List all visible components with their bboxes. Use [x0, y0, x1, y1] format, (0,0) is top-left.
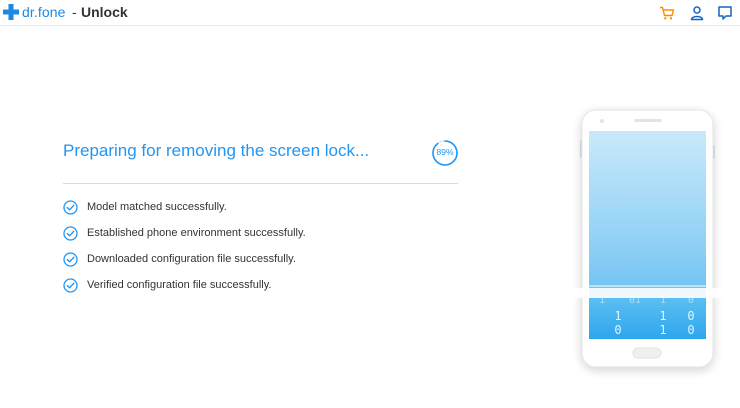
check-circle-icon — [63, 278, 78, 293]
binary-digit: 1 — [659, 309, 666, 323]
step-label: Downloaded configuration file successful… — [87, 253, 296, 265]
step-label: Established phone environment successful… — [87, 227, 306, 239]
check-circle-icon — [63, 226, 78, 241]
step-list: Model matched successfully. Established … — [63, 199, 463, 303]
cart-icon[interactable] — [659, 5, 675, 21]
step-label: Verified configuration file successfully… — [87, 279, 272, 291]
drfone-logo-icon — [3, 4, 19, 20]
title-bar: dr.fone - Unlock — [0, 0, 740, 26]
binary-digit: 0 — [688, 295, 694, 306]
feedback-icon[interactable] — [717, 5, 733, 21]
brand-name: dr.fone — [22, 4, 66, 20]
progress-percentage: 89% — [436, 147, 454, 157]
binary-digit: 0 — [614, 323, 621, 337]
binary-digit: 0 — [687, 309, 694, 323]
app-window: dr.fone - Unlock Preparing for removing … — [0, 0, 740, 408]
binary-digit: 1 — [599, 295, 605, 306]
binary-digit: 1 — [660, 295, 666, 306]
binary-digit: 1 — [614, 309, 621, 323]
title-separator: - — [72, 4, 77, 20]
step-item: Model matched successfully. — [63, 199, 463, 225]
binary-digit: 1 — [659, 323, 666, 337]
binary-digit: 0 — [687, 323, 694, 337]
phone-image: 1 0 1 1 0 1 1 0 0 1 0 — [560, 109, 740, 368]
binary-digit: 1 — [635, 295, 641, 306]
check-circle-icon — [63, 252, 78, 267]
step-label: Model matched successfully. — [87, 201, 227, 213]
phone-illustration: 1 0 1 1 0 1 1 0 0 1 0 — [560, 100, 740, 390]
step-item: Downloaded configuration file successful… — [63, 251, 463, 277]
divider — [63, 183, 458, 184]
check-circle-icon — [63, 200, 78, 215]
page-title: Preparing for removing the screen lock..… — [63, 141, 370, 160]
user-icon[interactable] — [689, 5, 705, 21]
module-title: Unlock — [81, 4, 128, 20]
step-item: Verified configuration file successfully… — [63, 277, 463, 303]
step-item: Established phone environment successful… — [63, 225, 463, 251]
